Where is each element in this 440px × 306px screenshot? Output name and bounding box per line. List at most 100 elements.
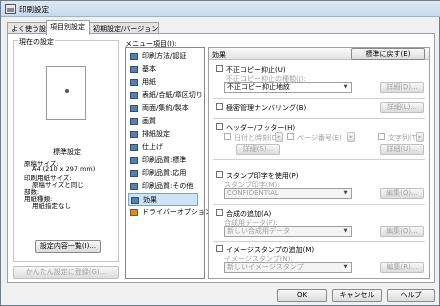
print-method-icon	[130, 53, 138, 60]
divider	[213, 241, 425, 242]
menu-item-cover[interactable]: 表紙/合紙/章区切り	[128, 89, 203, 102]
text-checkbox[interactable]	[378, 133, 385, 140]
image-quality-icon	[130, 118, 138, 125]
menu-item-quality-other[interactable]: 印刷品質:その他	[128, 180, 198, 193]
divider	[213, 98, 425, 99]
menu-item-label: 両面/集約/製本	[142, 104, 189, 112]
select-value: 不正コピー抑止地紋	[227, 83, 290, 91]
stamp-edit-button[interactable]: 編集(Q)...	[380, 188, 424, 199]
page-preview	[46, 66, 86, 120]
chevron-down-icon: ▼	[343, 228, 348, 234]
cancel-button[interactable]: キャンセル	[332, 289, 382, 302]
cover-icon	[130, 92, 138, 99]
menu-item-label: 用紙	[142, 78, 156, 86]
copy-guard-details-button[interactable]: 詳細(D)...	[380, 82, 424, 93]
overlay-select[interactable]: 新しい合成用データ ▼	[224, 226, 352, 237]
window-title: 印刷設定	[19, 5, 49, 14]
menu-item-label: 画質	[142, 117, 156, 125]
select-value: 新しいイメージスタンプ	[227, 263, 304, 271]
menu-item-label: 印刷方法/認証	[142, 52, 187, 60]
chevron-down-icon: ▼	[343, 264, 348, 270]
detail-line: 用紙指定なし	[32, 202, 71, 210]
unauthorized-copy-checkbox[interactable]	[216, 65, 223, 72]
menu-item-quality-standard[interactable]: 印刷品質:標準	[128, 154, 198, 167]
register-easy-setting-button[interactable]: かんたん設定に登録(G)...	[13, 266, 119, 279]
menu-item-label: ドライバーオプション	[142, 208, 212, 216]
header-details-button-2[interactable]: 詳細(U)...	[380, 144, 424, 155]
menu-item-basic[interactable]: 基本	[128, 63, 198, 76]
image-stamp-checkbox[interactable]	[216, 245, 223, 252]
menu-item-finishing[interactable]: 仕上げ	[128, 141, 198, 154]
help-button[interactable]: ヘルプ	[387, 289, 435, 302]
reset-defaults-button[interactable]: 標準に戻す(E)	[351, 48, 425, 60]
page-number-label: ページ番号(E)	[297, 134, 342, 142]
overlay-checkbox[interactable]	[216, 209, 223, 216]
chevron-down-icon: ▼	[343, 190, 348, 196]
menu-item-effects[interactable]: 効果	[128, 193, 198, 206]
menu-item-quality-advanced[interactable]: 印刷品質:応用	[128, 167, 198, 180]
menu-item-label: 効果	[143, 196, 157, 204]
page-number-checkbox[interactable]	[287, 133, 294, 140]
quality-advanced-icon	[130, 170, 138, 177]
header-footer-label: ヘッダー/フッター(H)	[226, 124, 296, 132]
image-stamp-select[interactable]: 新しいイメージスタンプ ▼	[224, 262, 352, 273]
menu-item-paper[interactable]: 用紙	[128, 76, 198, 89]
text-label: 文字列(T)	[388, 134, 419, 142]
paper-icon	[130, 79, 138, 86]
settings-list-button[interactable]: 設定内容一覧(I)...	[35, 240, 101, 253]
effects-icon	[131, 197, 139, 204]
print-settings-window: 印刷設定 よく使う設定 項目別設定 初期設定/バージョン 現在の設定 標準設定 …	[0, 0, 440, 306]
current-settings-label: 現在の設定	[18, 37, 55, 47]
printer-icon	[5, 4, 16, 14]
menu-item-image-quality[interactable]: 画質	[128, 115, 198, 128]
page-number-menu-button[interactable]: ▸	[347, 132, 355, 142]
numbering-checkbox[interactable]	[216, 103, 223, 110]
menu-item-label: 印刷品質:応用	[142, 169, 187, 177]
stamp-checkbox[interactable]	[216, 171, 223, 178]
header-footer-checkbox[interactable]	[216, 123, 223, 130]
datetime-checkbox[interactable]	[224, 133, 231, 140]
divider	[213, 118, 425, 119]
stamp-select[interactable]: CONFIDENTIAL ▼	[224, 188, 352, 199]
effects-title: 効果	[212, 51, 226, 59]
image-stamp-edit-button[interactable]: 編集(R)...	[380, 262, 424, 273]
overlay-edit-button[interactable]: 編集(O)...	[380, 226, 424, 237]
title-bar: 印刷設定	[1, 1, 440, 17]
numbering-details-button[interactable]: 詳細(L)...	[380, 102, 424, 113]
finishing-icon	[130, 144, 138, 151]
detail-line: 原稿サイズと同じ	[32, 181, 84, 189]
menu-item-output[interactable]: 排紙設定	[128, 128, 198, 141]
duplex-icon	[130, 105, 138, 112]
output-icon	[130, 131, 138, 138]
tab-panel: 現在の設定 標準設定 原稿サイズ: A4 (210 x 297 mm) 印刷用紙…	[7, 33, 435, 283]
select-value: 新しい合成用データ	[227, 227, 290, 235]
menu-item-label: 基本	[142, 65, 156, 73]
tab-detailed-settings[interactable]: 項目別設定	[46, 20, 90, 35]
menu-item-label: 印刷品質:その他	[142, 182, 194, 190]
menu-item-label: 仕上げ	[142, 143, 163, 151]
datetime-menu-button[interactable]: ▸	[275, 132, 283, 142]
copy-guard-type-select[interactable]: 不正コピー抑止地紋 ▼	[224, 82, 352, 93]
basic-icon	[130, 66, 138, 73]
header-details-button-1[interactable]: 詳細(S)...	[236, 144, 280, 155]
menu-item-print-method[interactable]: 印刷方法/認証	[128, 50, 198, 63]
profile-name: 標準設定	[53, 148, 81, 156]
select-value: CONFIDENTIAL	[227, 189, 279, 197]
quality-standard-icon	[130, 157, 138, 164]
datetime-label: 日付と時刻(D)	[234, 134, 280, 142]
menu-item-label: 表紙/合紙/章区切り	[142, 91, 203, 99]
driver-options-icon	[130, 209, 138, 216]
chevron-down-icon: ▼	[343, 84, 348, 90]
menu-list: 印刷方法/認証 基本 用紙 表紙/合紙/章区切り 両面/集約/製本 画質 排紙設…	[125, 47, 212, 279]
text-menu-button[interactable]: ▸	[416, 132, 424, 142]
numbering-label: 極密管理ナンバリング(B)	[226, 104, 307, 112]
ok-button[interactable]: OK	[277, 289, 327, 302]
menu-item-duplex[interactable]: 両面/集約/製本	[128, 102, 198, 115]
quality-other-icon	[130, 183, 138, 190]
menu-item-label: 排紙設定	[142, 130, 170, 138]
menu-item-label: 印刷品質:標準	[142, 156, 187, 164]
divider	[213, 159, 425, 160]
preview-dot	[65, 89, 69, 93]
menu-item-driver-options[interactable]: ドライバーオプション	[128, 206, 212, 219]
divider	[213, 204, 425, 205]
